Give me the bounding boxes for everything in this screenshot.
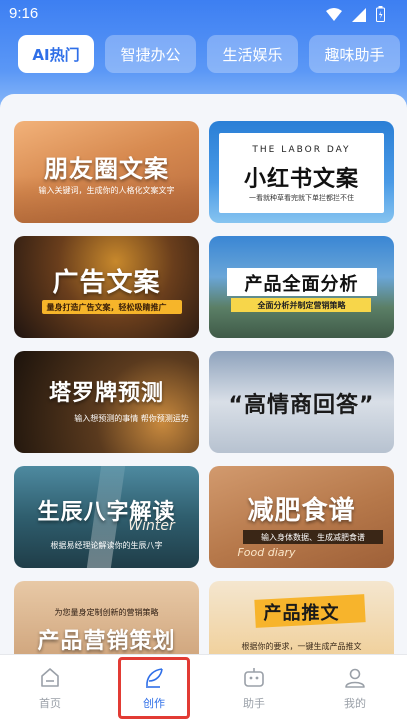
nav-assistant[interactable]: 助手 — [204, 655, 304, 721]
card-xiaohongshu-copy[interactable]: THE LABOR DAY 小红书文案 一看就种草看完就下单拦都拦不住 — [209, 121, 394, 223]
bottom-nav: 首页 创作 助手 我的 — [0, 654, 407, 724]
card-title: 朋友圈文案 — [44, 155, 169, 183]
card-diet-recipe[interactable]: 减肥食谱 输入身体数据、生成减肥食谱 Food diary — [209, 466, 394, 568]
card-title: 广告文案 — [52, 268, 161, 298]
card-subtitle: 量身打造广告文案，轻松吸睛推广 — [46, 303, 167, 312]
card-header: THE LABOR DAY — [252, 145, 351, 155]
status-bar: 9:16 — [0, 0, 407, 30]
robot-icon — [244, 667, 264, 687]
card-subtitle: 输入关键词，生成你的人格化文案文字 — [38, 186, 175, 195]
tab-smart-office[interactable]: 智捷办公 — [105, 35, 196, 73]
user-icon — [345, 668, 365, 688]
card-tarot-prediction[interactable]: 塔罗牌预测 输入想预测的事情 帮你预测运势 — [14, 351, 199, 453]
nav-label: 我的 — [344, 696, 366, 710]
card-product-analysis[interactable]: 产品全面分析 全面分析并制定营销策略 — [209, 236, 394, 338]
status-icons — [326, 6, 385, 26]
card-product-post[interactable]: 产品推文 根据你的要求，一键生成产品推文 — [209, 581, 394, 654]
card-subtitle: 输入身体数据、生成减肥食谱 — [261, 533, 365, 542]
card-ad-copy[interactable]: 广告文案 量身打造广告文案，轻松吸睛推广 — [14, 236, 199, 338]
card-script: Winter — [128, 518, 175, 534]
card-title: 减肥食谱 — [247, 496, 356, 526]
card-script: Food diary — [237, 546, 296, 559]
category-tabs: AI热门 智捷办公 生活娱乐 趣味助手 — [18, 35, 400, 73]
create-highlight-box — [118, 657, 190, 719]
template-grid: 朋友圈文案 输入关键词，生成你的人格化文案文字 THE LABOR DAY 小红… — [0, 94, 407, 654]
card-title: 产品全面分析 — [244, 274, 359, 295]
card-subtitle: 输入想预测的事情 帮你预测运势 — [74, 414, 189, 423]
battery-icon — [376, 6, 385, 26]
card-title: 产品营销策划 — [37, 629, 176, 654]
card-title: 产品推文 — [263, 603, 340, 624]
card-product-marketing-plan[interactable]: 为您量身定制创新的营销策略 产品营销策划 — [14, 581, 199, 654]
tab-life-entertainment[interactable]: 生活娱乐 — [207, 35, 298, 73]
card-subtitle: 根据易经理论解读你的生辰八字 — [50, 541, 163, 550]
card-subtitle: 为您量身定制创新的营销策略 — [54, 608, 159, 617]
card-birth-chart-reading[interactable]: 生辰八字解读 Winter 根据易经理论解读你的生辰八字 — [14, 466, 199, 568]
home-icon — [41, 667, 59, 687]
wifi-icon — [326, 7, 342, 26]
card-high-eq-answer[interactable]: “高情商回答” — [209, 351, 394, 453]
tab-fun-assistant[interactable]: 趣味助手 — [309, 35, 400, 73]
card-title: 小红书文案 — [243, 167, 359, 192]
card-moments-copy[interactable]: 朋友圈文案 输入关键词，生成你的人格化文案文字 — [14, 121, 199, 223]
tab-ai-hot[interactable]: AI热门 — [18, 35, 94, 73]
card-title: “高情商回答” — [228, 393, 375, 418]
nav-label: 助手 — [243, 696, 265, 710]
status-time: 9:16 — [9, 5, 39, 22]
nav-home[interactable]: 首页 — [0, 655, 100, 721]
card-subtitle: 根据你的要求，一键生成产品推文 — [241, 642, 362, 651]
signal-icon — [352, 7, 366, 26]
card-subtitle: 一看就种草看完就下单拦都拦不住 — [249, 194, 354, 202]
card-title: 塔罗牌预测 — [48, 381, 164, 406]
card-subtitle: 全面分析并制定营销策略 — [257, 301, 346, 310]
nav-profile[interactable]: 我的 — [305, 655, 405, 721]
nav-label: 首页 — [39, 696, 61, 710]
